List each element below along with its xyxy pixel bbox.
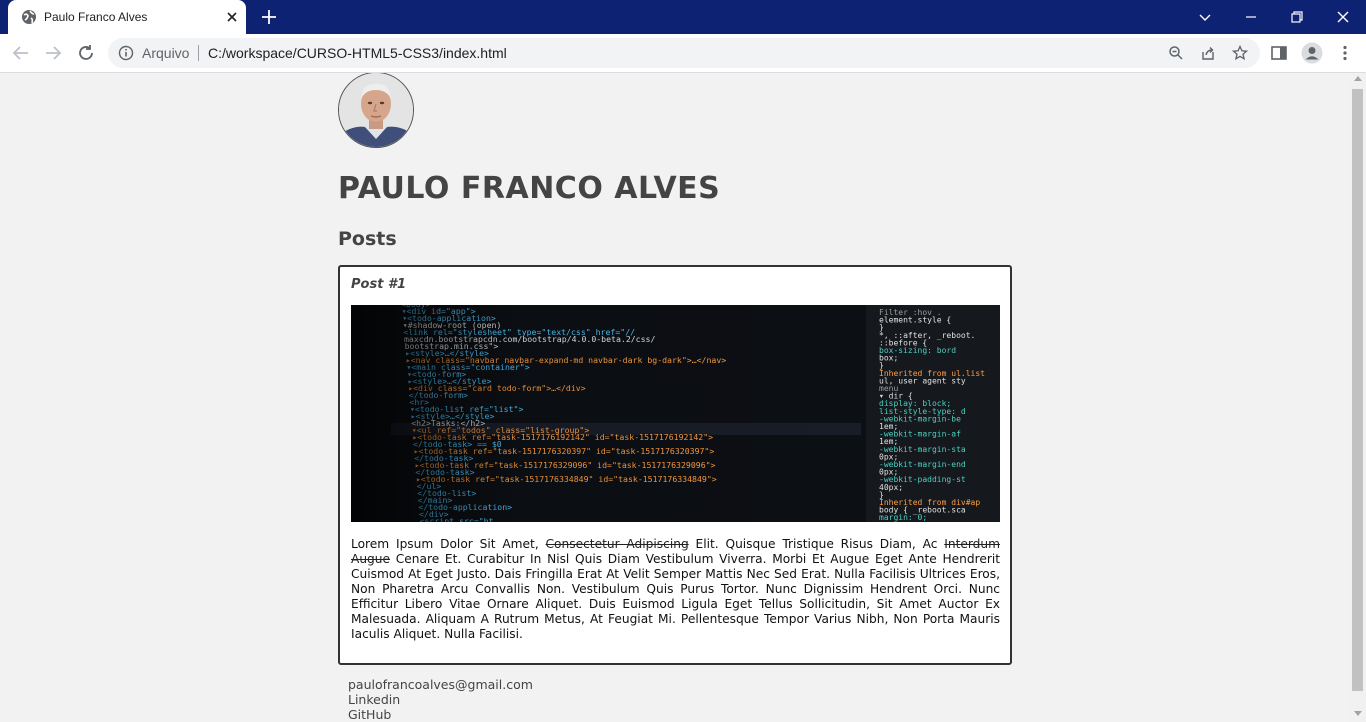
post-body-text: Lorem Ipsum Dolor Sit Amet, Consectetur …	[351, 537, 1000, 642]
info-icon[interactable]	[118, 45, 134, 61]
linkedin-link[interactable]: Linkedin	[348, 692, 533, 707]
back-arrow-icon[interactable]	[10, 42, 32, 64]
restore-button[interactable]	[1274, 0, 1320, 34]
forward-arrow-icon[interactable]	[42, 42, 64, 64]
address-bar[interactable]: Arquivo C:/workspace/CURSO-HTML5-CSS3/in…	[108, 38, 1260, 68]
reload-icon[interactable]	[75, 42, 97, 64]
posts-heading: Posts	[338, 228, 397, 250]
side-panel-icon[interactable]	[1270, 44, 1288, 62]
globe-icon	[22, 10, 36, 24]
scroll-up-arrow-icon[interactable]	[1354, 76, 1362, 81]
divider	[198, 45, 199, 61]
post-text-strikethrough: Consectetur Adipiscing	[545, 537, 689, 551]
close-icon	[1337, 11, 1349, 23]
restore-icon	[1291, 11, 1303, 23]
tab-search-button[interactable]	[1182, 0, 1228, 34]
vertical-scrollbar[interactable]	[1350, 73, 1366, 722]
scroll-down-arrow-icon[interactable]	[1354, 711, 1362, 716]
close-icon[interactable]	[224, 9, 240, 25]
post-text-part: Lorem Ipsum Dolor Sit Amet,	[351, 537, 546, 551]
page-title: PAULO FRANCO ALVES	[338, 171, 721, 206]
zoom-icon[interactable]	[1168, 45, 1184, 61]
post-card: Post #1 <body>▾<div id="app"> ▾<todo-app…	[338, 265, 1012, 665]
browser-toolbar: Arquivo C:/workspace/CURSO-HTML5-CSS3/in…	[0, 34, 1366, 73]
github-link[interactable]: GitHub	[348, 707, 533, 722]
footer: paulofrancoalves@gmail.com Linkedin GitH…	[348, 677, 533, 722]
scrollbar-thumb[interactable]	[1352, 89, 1363, 691]
close-window-button[interactable]	[1320, 0, 1366, 34]
profile-avatar-icon[interactable]	[1301, 42, 1323, 64]
post-title: Post #1	[351, 277, 407, 292]
tab-title: Paulo Franco Alves	[44, 10, 148, 24]
star-icon[interactable]	[1232, 45, 1248, 61]
plus-icon[interactable]	[260, 8, 278, 26]
post-image: <body>▾<div id="app"> ▾<todo-application…	[351, 305, 1000, 522]
avatar	[338, 73, 414, 148]
chevron-down-icon	[1199, 14, 1211, 21]
browser-title-bar: Paulo Franco Alves	[0, 0, 1366, 34]
url-text[interactable]: C:/workspace/CURSO-HTML5-CSS3/index.html	[208, 45, 507, 61]
post-text-part: Cenare Et. Curabitur In Nisl Quis Diam V…	[351, 552, 1000, 641]
post-text-part: Elit. Quisque Tristique Risus Diam, Ac	[688, 537, 945, 551]
minimize-icon	[1246, 16, 1256, 18]
url-scheme-label: Arquivo	[142, 45, 190, 61]
profile-photo	[339, 73, 413, 147]
email-text: paulofrancoalves@gmail.com	[348, 677, 533, 692]
page-viewport: PAULO FRANCO ALVES Posts Post #1 <body>▾…	[0, 73, 1350, 722]
more-menu-icon[interactable]	[1336, 44, 1354, 62]
share-icon[interactable]	[1200, 45, 1216, 61]
browser-tab[interactable]: Paulo Franco Alves	[8, 0, 246, 34]
minimize-button[interactable]	[1228, 0, 1274, 34]
